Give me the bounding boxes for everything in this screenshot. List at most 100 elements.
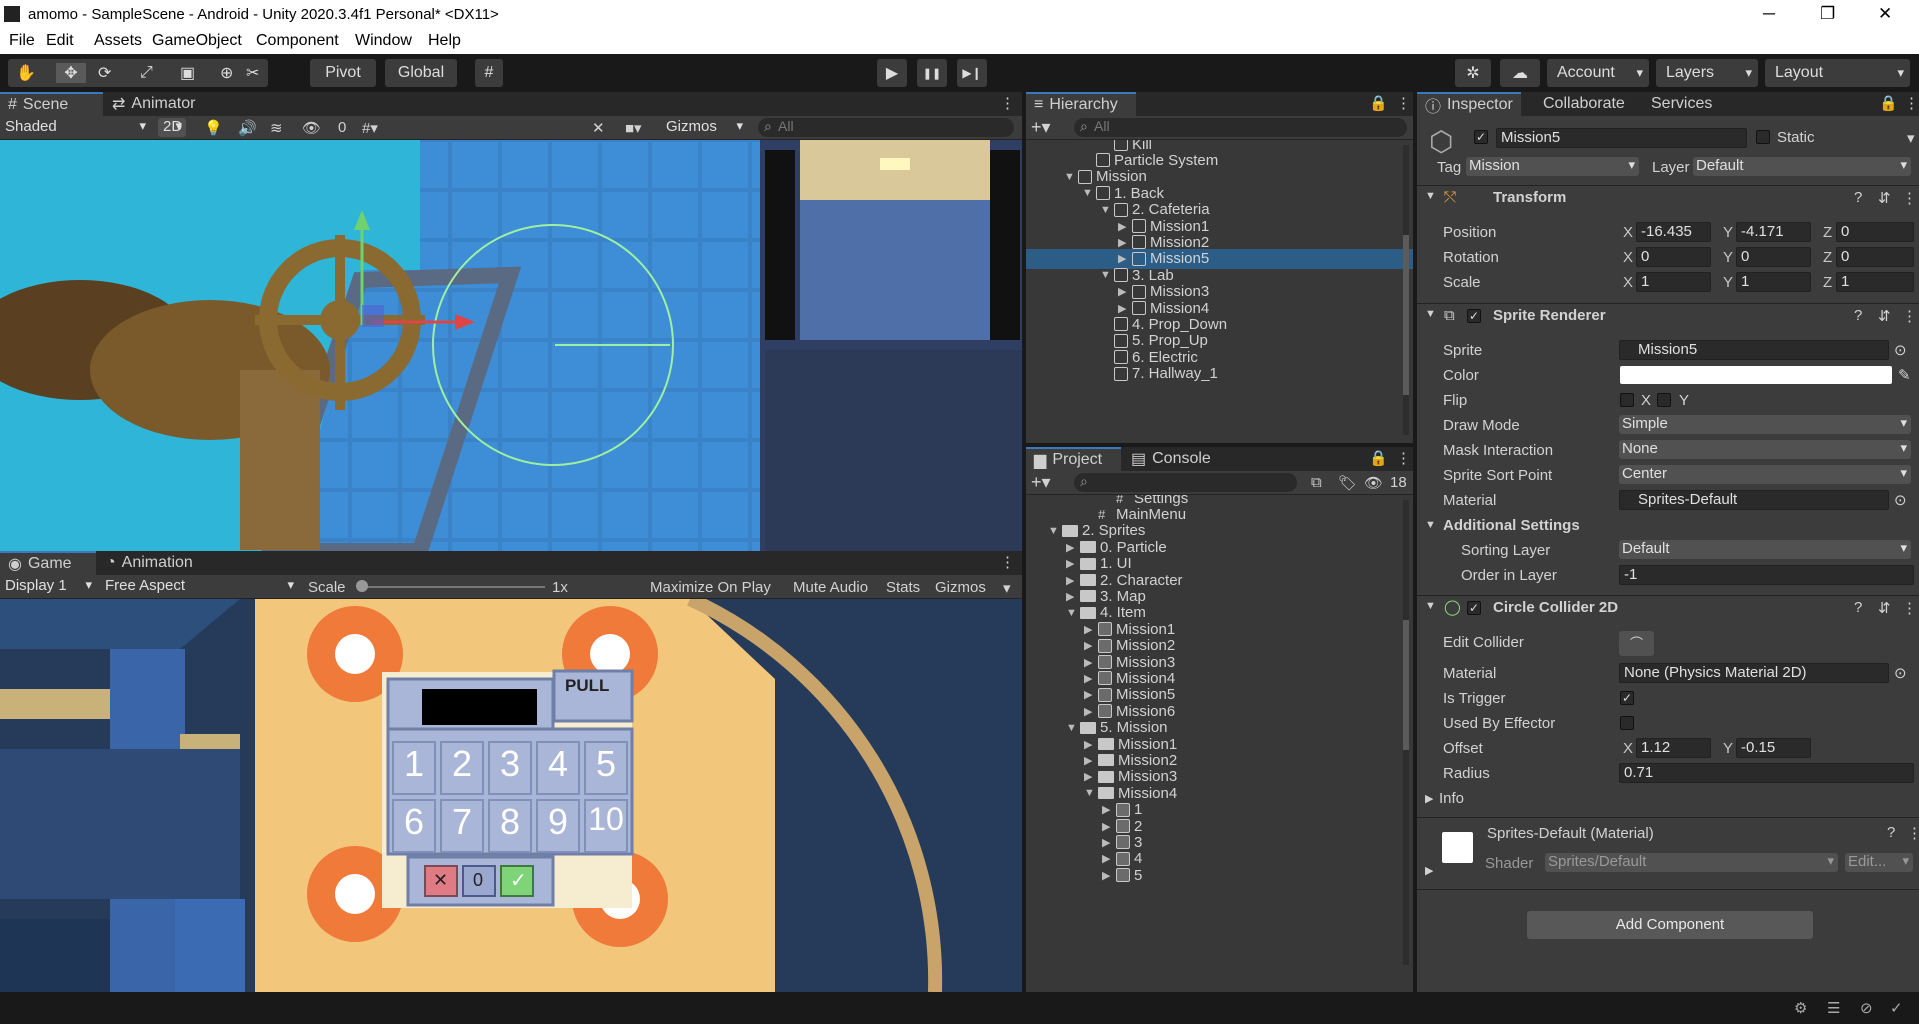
baking-icon[interactable]: ☰ bbox=[1827, 999, 1840, 1017]
expand-arrow-icon[interactable]: ▼ bbox=[1064, 171, 1078, 183]
eyedropper-icon[interactable]: ✎ bbox=[1898, 366, 1911, 384]
transform-header[interactable]: ▼ ⤲ Transform ? ⇵ ⋮ bbox=[1417, 185, 1919, 210]
scale-x-field[interactable]: 1 bbox=[1636, 272, 1711, 292]
expand-arrow-icon[interactable]: ▶ bbox=[1084, 754, 1098, 767]
expand-arrow-icon[interactable]: ▶ bbox=[1118, 302, 1132, 315]
expand-arrow-icon[interactable]: ▼ bbox=[1100, 269, 1114, 281]
info-fold-icon[interactable]: ▶ bbox=[1425, 792, 1433, 805]
scale-y-field[interactable]: 1 bbox=[1736, 272, 1811, 292]
offset-y-field[interactable]: -0.15 bbox=[1736, 738, 1811, 758]
expand-arrow-icon[interactable]: ▼ bbox=[1100, 204, 1114, 216]
collider-help-icon[interactable]: ? bbox=[1854, 599, 1862, 616]
rotation-y-field[interactable]: 0 bbox=[1736, 247, 1811, 267]
keypad-key-1[interactable]: 1 bbox=[392, 741, 436, 795]
expand-arrow-icon[interactable]: ▶ bbox=[1084, 623, 1098, 636]
rotation-z-field[interactable]: 0 bbox=[1836, 247, 1914, 267]
collab-status-icon[interactable]: ✓ bbox=[1890, 999, 1903, 1017]
cloud-icon[interactable]: ☁ bbox=[1500, 59, 1540, 87]
sprite-field[interactable]: Mission5 bbox=[1619, 340, 1889, 360]
expand-arrow-icon[interactable]: ▶ bbox=[1118, 252, 1132, 265]
hierarchy-menu-icon[interactable]: ⋮ bbox=[1396, 94, 1411, 112]
shading-dropdown[interactable]: Shaded bbox=[2, 118, 150, 137]
expand-arrow-icon[interactable]: ▶ bbox=[1084, 688, 1098, 701]
tab-animation[interactable]: ◔ Animation bbox=[98, 551, 201, 575]
audio-icon[interactable]: 🔊 bbox=[238, 119, 257, 137]
project-scrollbar[interactable] bbox=[1403, 500, 1409, 965]
keypad-key-2[interactable]: 2 bbox=[440, 741, 484, 795]
tab-hierarchy[interactable]: ≡ Hierarchy bbox=[1026, 92, 1136, 116]
keypad-ok-button[interactable]: ✓ bbox=[510, 868, 527, 893]
rotate-tool-icon[interactable]: ⟳ bbox=[98, 63, 111, 83]
inspector-menu-icon[interactable]: ⋮ bbox=[1904, 94, 1919, 112]
shader-edit-button[interactable]: Edit... bbox=[1845, 853, 1913, 872]
stats-toggle[interactable]: Stats bbox=[886, 579, 920, 596]
object-name-input[interactable]: Mission5 bbox=[1496, 128, 1747, 148]
auto-gen-icon[interactable]: ⊘ bbox=[1860, 999, 1873, 1017]
material-help-icon[interactable]: ? bbox=[1887, 824, 1895, 841]
hierarchy-search-input[interactable]: All bbox=[1074, 118, 1407, 137]
hierarchy-scrollbar[interactable] bbox=[1403, 145, 1409, 435]
custom-tool-icon[interactable]: ✂ bbox=[246, 63, 259, 83]
filter-type-icon[interactable]: ⧉ bbox=[1311, 474, 1322, 491]
keypad-cancel-button[interactable]: ✕ bbox=[433, 870, 448, 891]
project-add-icon[interactable]: +▾ bbox=[1031, 472, 1051, 493]
project-menu-icon[interactable]: ⋮ bbox=[1396, 449, 1411, 467]
sprite-help-icon[interactable]: ? bbox=[1854, 307, 1862, 324]
keypad-key-9[interactable]: 9 bbox=[536, 799, 580, 853]
transform-fold-icon[interactable]: ▼ bbox=[1425, 190, 1436, 202]
project-lock-icon[interactable]: 🔒 bbox=[1369, 449, 1388, 467]
material-picker-icon[interactable]: ⊙ bbox=[1894, 491, 1907, 509]
menu-window[interactable]: Window bbox=[355, 32, 412, 50]
rotation-x-field[interactable]: 0 bbox=[1636, 247, 1711, 267]
lock-icon[interactable]: 🔒 bbox=[1369, 94, 1388, 112]
keypad-key-5[interactable]: 5 bbox=[584, 741, 628, 795]
active-checkbox[interactable]: ✓ bbox=[1474, 130, 1488, 144]
sprite-menu-icon[interactable]: ⋮ bbox=[1902, 307, 1917, 325]
preset-icon[interactable]: ⇵ bbox=[1878, 189, 1891, 207]
position-z-field[interactable]: 0 bbox=[1836, 222, 1914, 242]
expand-arrow-icon[interactable]: ▶ bbox=[1084, 656, 1098, 669]
info-label[interactable]: Info bbox=[1439, 790, 1464, 807]
layout-dropdown[interactable]: Layout bbox=[1765, 59, 1910, 87]
keypad-key-6[interactable]: 6 bbox=[392, 799, 436, 853]
grid-snap-icon[interactable]: # bbox=[475, 59, 503, 87]
physics-material-field[interactable]: None (Physics Material 2D) bbox=[1619, 663, 1889, 683]
menu-component[interactable]: Component bbox=[256, 32, 339, 50]
inspector-lock-icon[interactable]: 🔒 bbox=[1879, 94, 1898, 112]
debug-off-icon[interactable]: ⚙ bbox=[1794, 999, 1807, 1017]
project-search-input[interactable] bbox=[1074, 473, 1297, 492]
move-tool-icon[interactable]: ✥ bbox=[56, 63, 86, 83]
expand-arrow-icon[interactable]: ▶ bbox=[1066, 557, 1080, 570]
display-dropdown[interactable]: Display 1 bbox=[2, 577, 96, 596]
menu-help[interactable]: Help bbox=[428, 32, 461, 50]
material-menu-icon[interactable]: ⋮ bbox=[1907, 824, 1919, 842]
expand-arrow-icon[interactable]: ▶ bbox=[1118, 236, 1132, 249]
expand-arrow-icon[interactable]: ▼ bbox=[1066, 722, 1080, 734]
collider-enabled-checkbox[interactable]: ✓ bbox=[1467, 601, 1481, 615]
effects-icon[interactable]: ≋ bbox=[270, 119, 283, 137]
tab-animator[interactable]: ⇄ Animator bbox=[104, 92, 203, 116]
scene-viewport[interactable] bbox=[0, 140, 1022, 551]
layers-dropdown[interactable]: Layers bbox=[1656, 59, 1758, 87]
expand-arrow-icon[interactable]: ▶ bbox=[1084, 738, 1098, 751]
project-item[interactable]: ▶ 5 bbox=[1026, 865, 1413, 885]
keypad-key-7[interactable]: 7 bbox=[440, 799, 484, 853]
account-dropdown[interactable]: Account bbox=[1547, 59, 1649, 87]
tab-console[interactable]: ▤ Console bbox=[1123, 447, 1219, 471]
game-menu-icon[interactable]: ⋮ bbox=[1000, 553, 1015, 571]
gizmos-chevron-icon[interactable]: ▾ bbox=[1003, 579, 1011, 597]
order-in-layer-field[interactable]: -1 bbox=[1619, 565, 1914, 585]
layer-dropdown[interactable]: Default bbox=[1693, 157, 1911, 176]
grid-icon[interactable]: #▾ bbox=[362, 119, 378, 137]
menu-edit[interactable]: Edit bbox=[46, 32, 74, 50]
gizmos-dropdown[interactable]: Gizmos bbox=[663, 118, 747, 137]
draw-mode-dropdown[interactable]: Simple bbox=[1619, 415, 1911, 434]
menu-assets[interactable]: Assets bbox=[94, 32, 142, 50]
expand-arrow-icon[interactable]: ▼ bbox=[1048, 525, 1062, 537]
physics-material-picker-icon[interactable]: ⊙ bbox=[1894, 664, 1907, 682]
tab-scene[interactable]: # Scene bbox=[0, 92, 103, 116]
rect-tool-icon[interactable]: ▣ bbox=[180, 63, 195, 83]
scale-z-field[interactable]: 1 bbox=[1836, 272, 1914, 292]
sprite-sort-point-dropdown[interactable]: Center bbox=[1619, 465, 1911, 484]
tools-icon[interactable]: ✕ bbox=[592, 119, 605, 137]
